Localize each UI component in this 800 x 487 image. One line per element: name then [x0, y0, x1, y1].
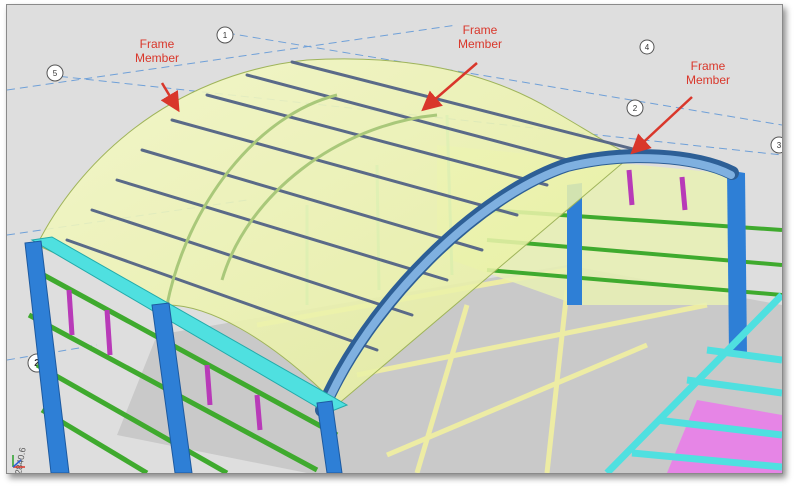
annotation-frame-member-1: Frame Member	[127, 37, 187, 65]
grid-bubble-label: 5	[53, 69, 58, 78]
3d-model-viewport[interactable]: 5 1 2 3 4 2 2840.6	[7, 5, 782, 473]
annotation-line: Frame	[462, 23, 498, 37]
annotation-frame-member-2: Frame Member	[445, 23, 515, 51]
grid-bubble-label: 4	[645, 43, 650, 52]
grid-bubble-label: 1	[223, 31, 228, 40]
screenshot-frame: 5 1 2 3 4 2 2840.6 Frame Member Frame Me…	[6, 4, 783, 474]
annotation-line: Member	[685, 73, 730, 87]
grid-bubble-label: 3	[777, 141, 782, 150]
grid-bubble-label: 2	[633, 104, 638, 113]
annotation-frame-member-3: Frame Member	[673, 59, 743, 87]
annotation-line: Member	[134, 51, 179, 65]
annotation-line: Frame	[139, 37, 175, 51]
annotation-line: Member	[457, 37, 502, 51]
annotation-line: Frame	[690, 59, 726, 73]
